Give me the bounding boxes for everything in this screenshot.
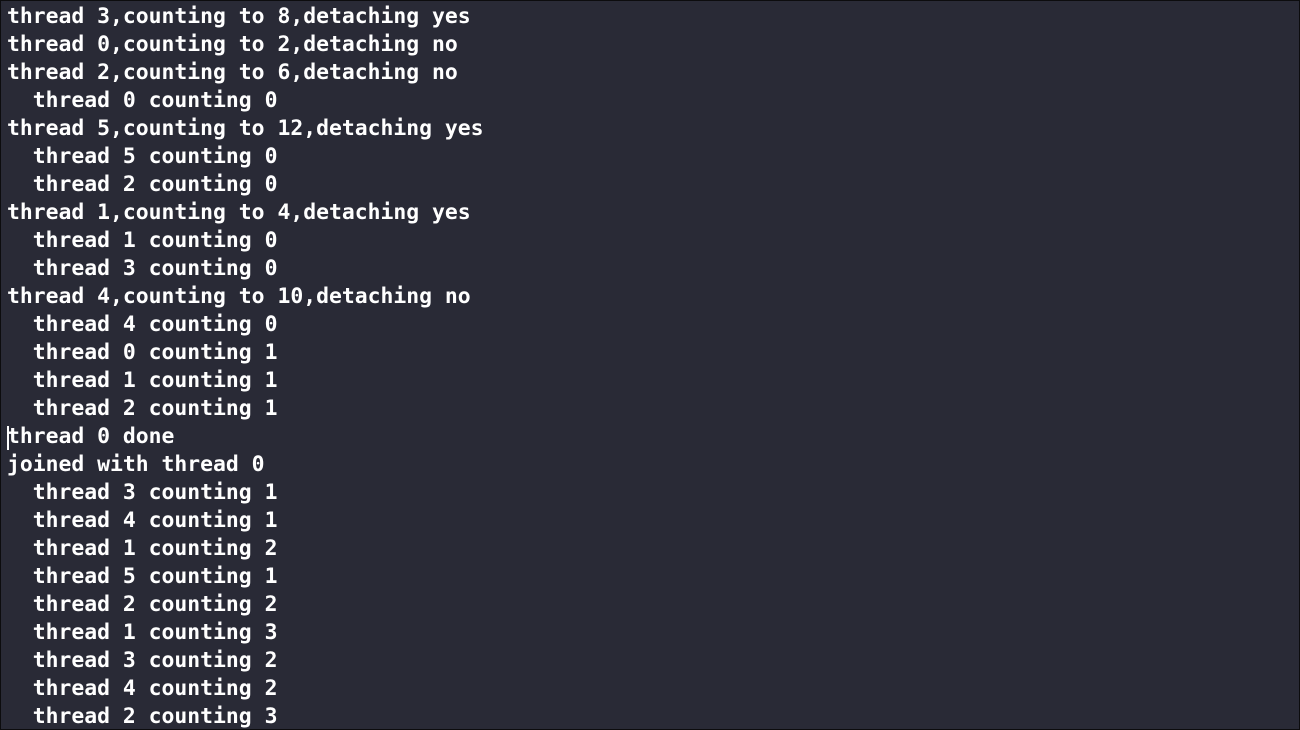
output-line: thread 0 counting 1 (7, 340, 278, 365)
output-line-with-caret: thread 0 done (7, 423, 1299, 451)
output-line: thread 1 counting 3 (7, 620, 278, 645)
output-line: thread 4 counting 1 (7, 508, 278, 533)
output-line: thread 1 counting 2 (7, 536, 278, 561)
output-line: thread 5 counting 1 (7, 564, 278, 589)
output-line: thread 4 counting 0 (7, 312, 278, 337)
output-line: thread 1 counting 0 (7, 228, 278, 253)
output-line: thread 3 counting 1 (7, 480, 278, 505)
output-line-text: thread 0 done (7, 424, 175, 449)
output-line: thread 4,counting to 10,detaching no (7, 284, 471, 309)
terminal-output: thread 3,counting to 8,detaching yes thr… (7, 3, 1299, 729)
output-line: thread 2 counting 2 (7, 592, 278, 617)
output-line: thread 4 counting 2 (7, 676, 278, 701)
output-line: thread 2 counting 1 (7, 396, 278, 421)
output-line: thread 0,counting to 2,detaching no (7, 32, 458, 57)
text-caret (7, 426, 9, 450)
output-line: thread 5 counting 0 (7, 144, 278, 169)
output-line: thread 2,counting to 6,detaching no (7, 60, 458, 85)
output-line: thread 1 counting 1 (7, 368, 278, 393)
output-line: thread 2 counting 3 (7, 704, 278, 729)
output-line: thread 3,counting to 8,detaching yes (7, 4, 471, 29)
output-line: joined with thread 0 (7, 452, 265, 477)
terminal-window[interactable]: thread 3,counting to 8,detaching yes thr… (1, 1, 1299, 729)
output-line: thread 3 counting 2 (7, 648, 278, 673)
output-line: thread 2 counting 0 (7, 172, 278, 197)
output-line: thread 1,counting to 4,detaching yes (7, 200, 471, 225)
output-line: thread 0 counting 0 (7, 88, 278, 113)
output-line: thread 3 counting 0 (7, 256, 278, 281)
output-line: thread 5,counting to 12,detaching yes (7, 116, 484, 141)
